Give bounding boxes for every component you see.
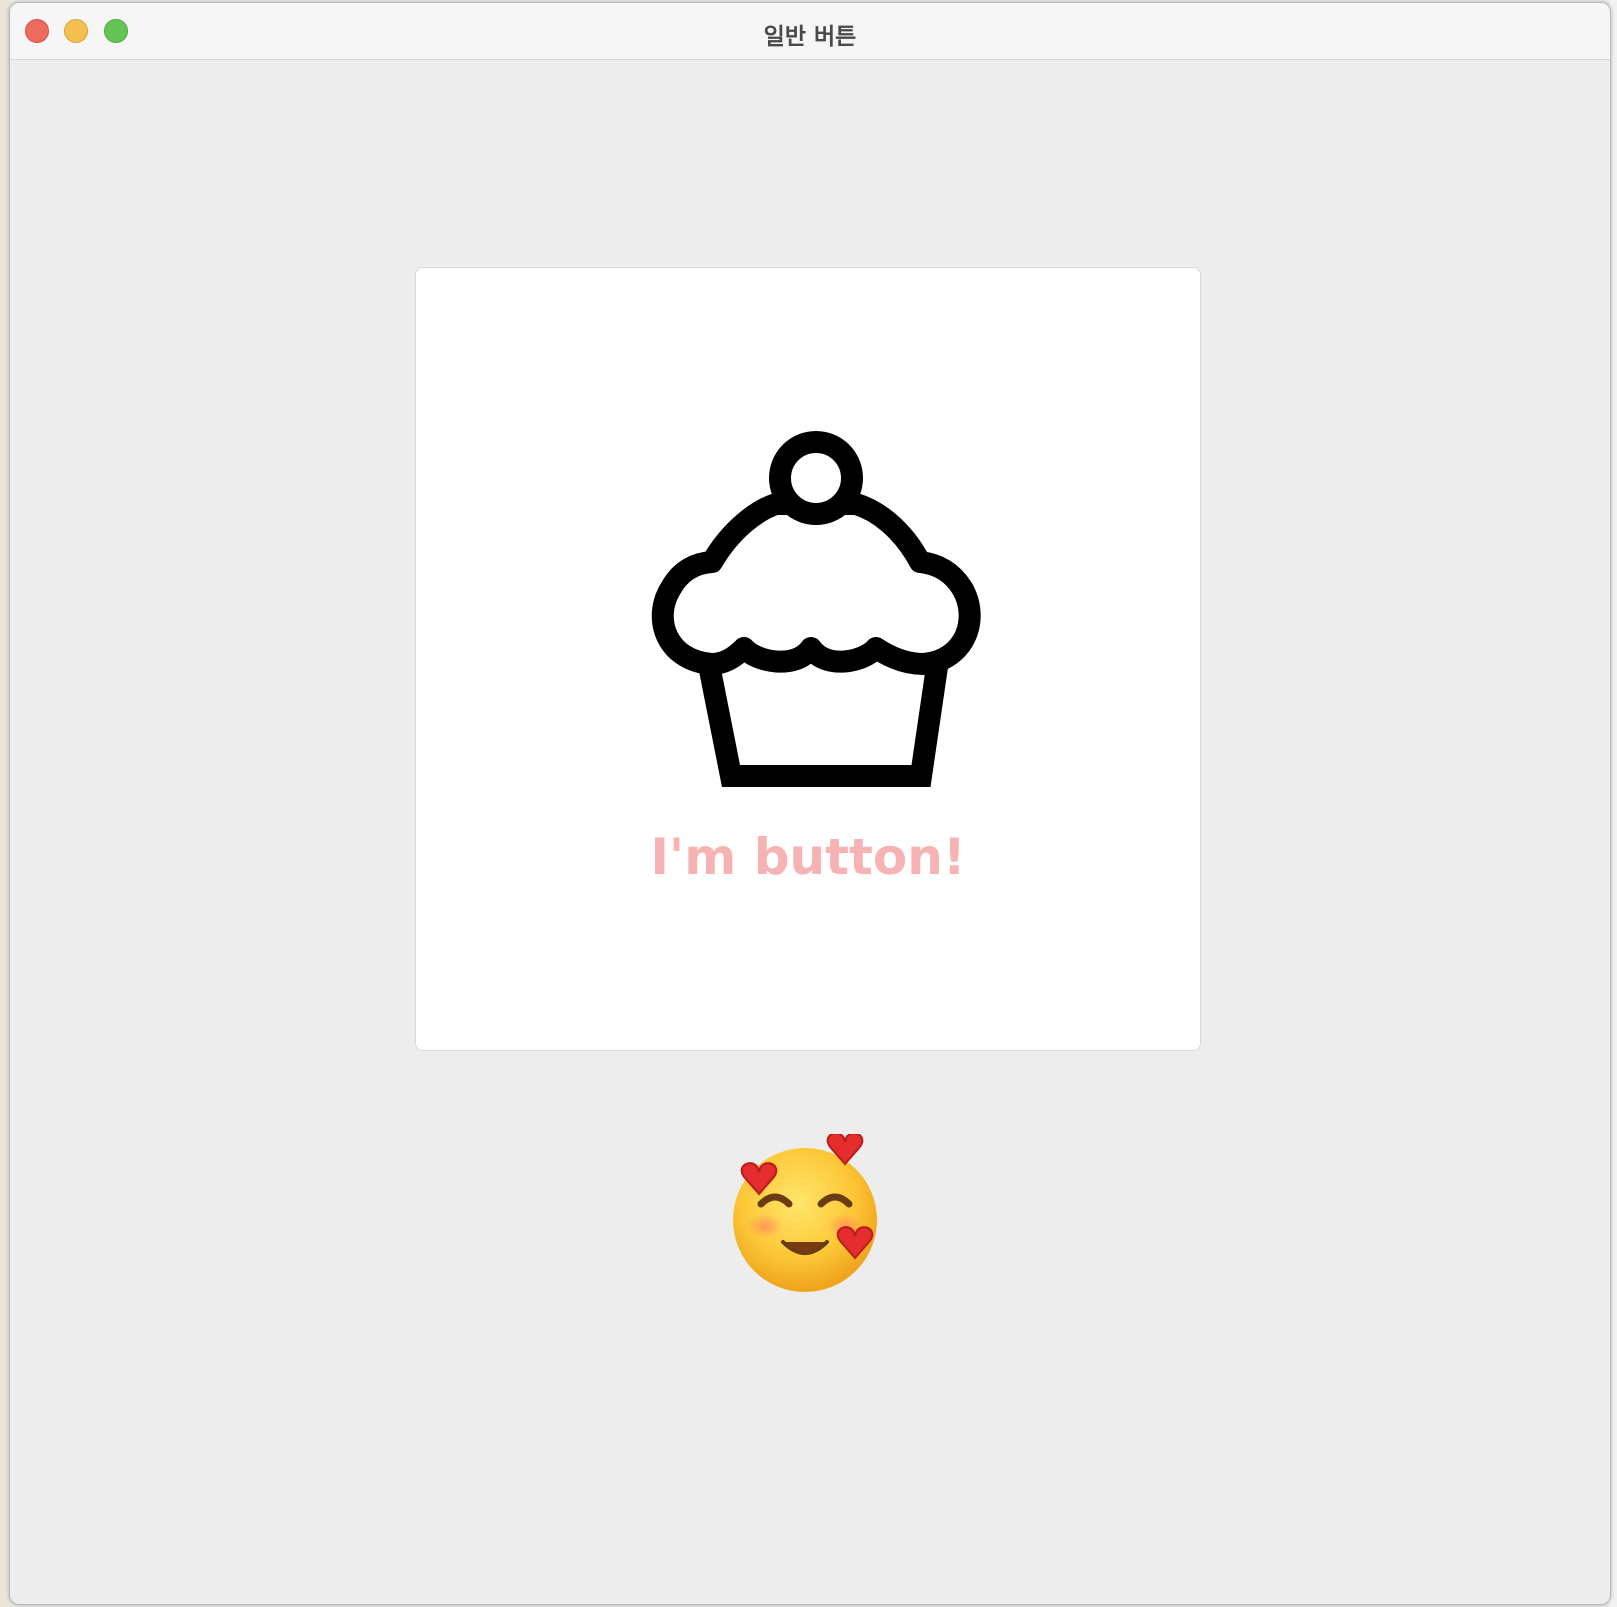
background-app-left	[0, 0, 9, 1607]
window-title: 일반 버튼	[763, 24, 857, 50]
title-bar: 일반 버튼	[10, 3, 1610, 60]
cupcake-button[interactable]: I'm button!	[415, 267, 1201, 1051]
button-label: I'm button!	[650, 828, 966, 886]
app-window: 일반 버튼 I'm button!	[9, 2, 1611, 1605]
cupcake-icon	[651, 431, 981, 787]
smiling-face-with-hearts-emoji	[733, 1134, 877, 1292]
